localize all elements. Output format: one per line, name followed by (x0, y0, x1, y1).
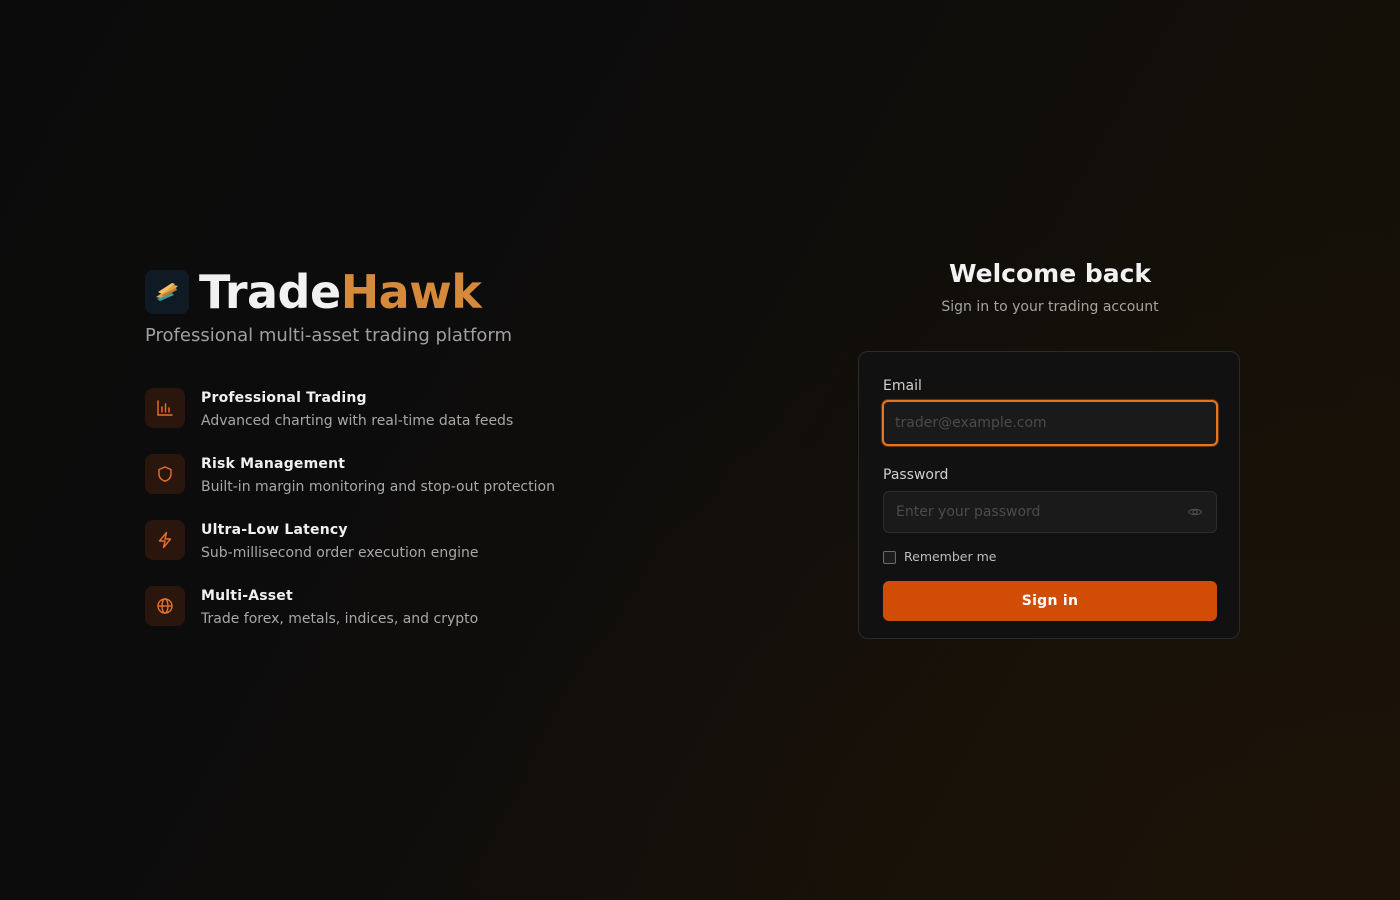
sign-in-button[interactable]: Sign in (883, 581, 1217, 621)
remember-me-label[interactable]: Remember me (904, 549, 996, 565)
remember-me: Remember me (883, 549, 1215, 565)
feature-item: Ultra-Low Latency Sub-millisecond order … (145, 520, 705, 586)
hawk-logo-icon (145, 270, 189, 314)
feature-item: Professional Trading Advanced charting w… (145, 388, 705, 454)
brand: TradeHawk (145, 262, 705, 322)
brand-name-part-1: Trade (199, 265, 341, 319)
feature-text: Risk Management Built-in margin monitori… (201, 454, 555, 497)
feature-description: Built-in margin monitoring and stop-out … (201, 479, 555, 495)
feature-title: Risk Management (201, 456, 346, 472)
email-input[interactable] (882, 400, 1218, 446)
lightning-icon (145, 520, 185, 560)
feature-description: Sub-millisecond order execution engine (201, 545, 479, 561)
email-label: Email (883, 378, 922, 394)
feature-title: Multi-Asset (201, 588, 293, 604)
login-subtitle: Sign in to your trading account (941, 299, 1159, 315)
tagline: Professional multi-asset trading platfor… (145, 325, 512, 346)
brand-name-part-2: Hawk (340, 265, 482, 319)
feature-text: Multi-Asset Trade forex, metals, indices… (201, 586, 478, 629)
remember-me-checkbox[interactable] (883, 550, 896, 564)
feature-item: Multi-Asset Trade forex, metals, indices… (145, 586, 705, 652)
password-label: Password (883, 467, 949, 483)
feature-title: Ultra-Low Latency (201, 522, 348, 538)
feature-description: Advanced charting with real-time data fe… (201, 413, 514, 429)
eye-icon[interactable] (1187, 504, 1203, 520)
feature-title: Professional Trading (201, 390, 367, 406)
email-input-wrapper (882, 400, 1218, 446)
password-input-wrapper (883, 491, 1217, 533)
feature-list: Professional Trading Advanced charting w… (145, 388, 705, 652)
feature-item: Risk Management Built-in margin monitori… (145, 454, 705, 520)
password-input[interactable] (883, 491, 1217, 533)
password-group: Password (883, 466, 1217, 533)
bar-chart-icon (145, 388, 185, 428)
feature-text: Professional Trading Advanced charting w… (201, 388, 513, 431)
brand-name: TradeHawk (199, 262, 482, 322)
shield-icon (145, 454, 185, 494)
login-title: Welcome back (948, 259, 1152, 288)
globe-icon (145, 586, 185, 626)
login-form: Email Password Remember me Sign in (858, 351, 1240, 639)
login-header: Welcome back Sign in to your trading acc… (858, 256, 1242, 316)
feature-text: Ultra-Low Latency Sub-millisecond order … (201, 520, 478, 563)
hero-section: TradeHawk Professional multi-asset tradi… (145, 262, 705, 652)
feature-description: Trade forex, metals, indices, and crypto (201, 611, 479, 627)
